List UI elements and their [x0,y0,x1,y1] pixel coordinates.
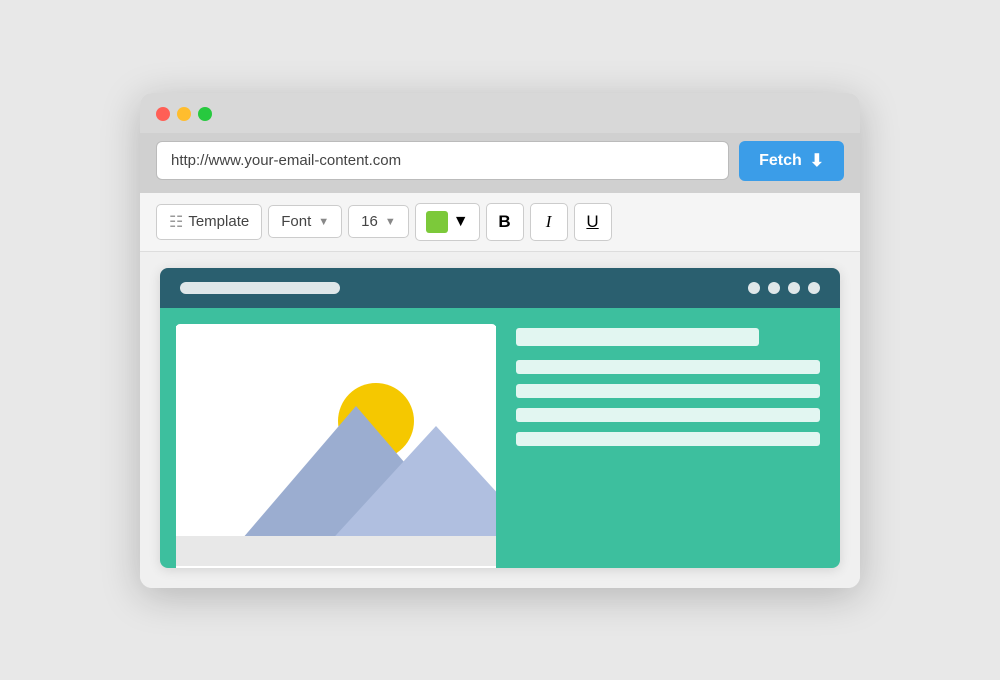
template-label: Template [188,213,249,230]
email-content-block-2 [516,384,820,398]
document-icon: ☷ [169,212,183,232]
email-header-bar [160,268,840,308]
font-size-caret-icon: ▼ [385,216,396,228]
font-caret-icon: ▼ [318,216,329,228]
email-dot-3 [788,282,800,294]
email-body [160,308,840,568]
fetch-button[interactable]: Fetch ⬇ [739,141,844,181]
color-picker-dropdown[interactable]: ▼ [415,203,480,241]
bold-button[interactable]: B [486,203,524,241]
maximize-button[interactable] [198,107,212,121]
fetch-icon: ⬇ [810,151,824,171]
bold-label: B [498,212,510,232]
email-content-column [496,308,840,568]
font-label: Font [281,213,311,230]
italic-button[interactable]: I [530,203,568,241]
image-placeholder [176,324,496,568]
email-dot-2 [768,282,780,294]
underline-label: U [586,212,598,232]
underline-button[interactable]: U [574,203,612,241]
email-search-bar [180,282,340,294]
color-swatch [426,211,448,233]
font-dropdown[interactable]: Font ▼ [268,205,342,238]
traffic-lights [156,107,212,121]
email-header-dots [748,282,820,294]
font-size-value: 16 [361,213,378,230]
content-area [140,252,860,588]
fetch-label: Fetch [759,152,802,170]
browser-window: Fetch ⬇ ☷ Template Font ▼ 16 ▼ ▼ B [140,93,860,588]
title-bar [140,93,860,133]
email-dot-4 [808,282,820,294]
email-content-block-3 [516,408,820,422]
italic-label: I [546,212,552,232]
email-content-title-block [516,328,759,346]
email-dot-1 [748,282,760,294]
email-preview [160,268,840,568]
font-size-dropdown[interactable]: 16 ▼ [348,205,409,238]
toolbar: ☷ Template Font ▼ 16 ▼ ▼ B I U [140,193,860,252]
url-input[interactable] [156,141,729,180]
email-content-block-4 [516,432,820,446]
minimize-button[interactable] [177,107,191,121]
url-bar-row: Fetch ⬇ [140,133,860,193]
color-caret-icon: ▼ [453,213,469,231]
template-dropdown[interactable]: ☷ Template [156,204,262,240]
email-image-column [176,324,496,568]
email-content-block-1 [516,360,820,374]
landscape-illustration [176,324,496,568]
close-button[interactable] [156,107,170,121]
